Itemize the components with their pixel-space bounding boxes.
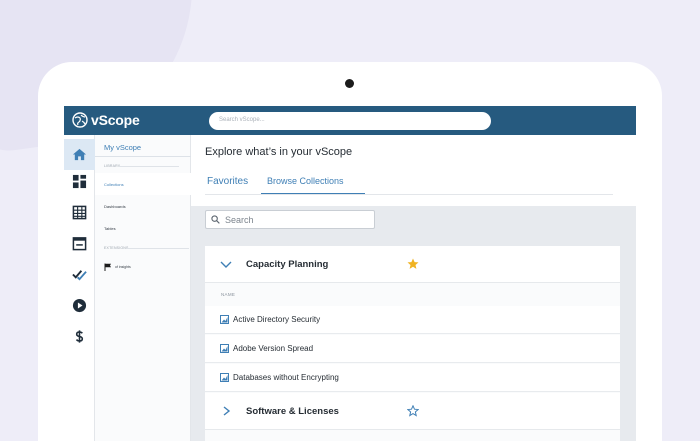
list-item[interactable]: Adobe Version Spread [205,335,620,363]
extensions-section-label: EXTENSIONS [104,246,129,250]
collection-group-title: Software & Licenses [246,406,339,417]
calendar-icon [72,237,87,251]
secondary-sidebar: My vScope LIBRARY Collections Dashboards… [95,135,191,441]
list-item-label: Active Directory Security [233,315,321,324]
collections-list: Capacity Planning NAME Active Directory … [205,246,620,441]
subnav-item-tables[interactable]: Tables [95,217,191,239]
subnav-item-collections[interactable]: Collections [95,173,191,195]
icon-sidebar [64,135,95,441]
star-outline-icon[interactable] [407,405,419,417]
collection-group-row[interactable]: Capacity Planning [205,246,620,283]
star-filled-icon[interactable] [407,258,419,270]
library-section-label: LIBRARY [104,164,121,168]
flag-icon[interactable] [104,263,112,271]
globe-icon [72,112,88,128]
top-bar: vScope Search vScope... [64,106,636,135]
sidebar-tables-button[interactable] [64,197,95,228]
column-header-name: NAME [221,292,236,297]
chart-icon [220,315,229,324]
play-icon [72,298,87,313]
tabs-divider [205,194,613,195]
global-search-placeholder: Search vScope... [219,117,265,123]
tab-favorites[interactable]: Favorites [207,176,248,194]
chevron-right-icon[interactable] [220,406,232,416]
collections-area: Capacity Planning NAME Active Directory … [191,206,636,441]
sidebar-costs-button[interactable] [64,321,95,352]
page-title: Explore what’s in your vScope [205,146,353,158]
camera-dot [345,79,354,88]
collection-group-row[interactable]: Software & Licenses [205,393,620,430]
sidebar-dashboards-button[interactable] [64,166,95,197]
extensions-rule [127,248,189,249]
collections-search-field[interactable] [205,210,375,229]
tab-browse-collections[interactable]: Browse Collections [261,176,365,194]
chart-icon [220,344,229,353]
chart-icon [220,373,229,382]
collections-search-input[interactable] [225,214,365,225]
sidebar-calendar-button[interactable] [64,228,95,259]
main-content: Explore what’s in your vScope Favorites … [191,135,636,441]
list-item-label: Databases without Encrypting [233,373,339,382]
subnav-divider [95,156,191,157]
sidebar-play-button[interactable] [64,290,95,321]
subnav-title[interactable]: My vScope [104,143,141,152]
list-item-label: Adobe Version Spread [233,344,314,353]
insights-extension-label[interactable]: of insights [115,265,131,269]
search-icon [211,215,220,224]
subnav-item-dashboards[interactable]: Dashboards [95,195,191,217]
checklist-icon [72,270,87,281]
home-icon [72,148,87,161]
global-search-input[interactable]: Search vScope... [209,112,491,130]
app-name: vScope [91,112,140,128]
list-item[interactable]: Databases without Encrypting [205,364,620,392]
table-icon [72,205,87,220]
list-item[interactable]: Active Directory Security [205,306,620,334]
library-rule [119,166,179,167]
app-logo[interactable]: vScope [72,112,140,128]
sidebar-checklist-button[interactable] [64,259,95,290]
chevron-down-icon[interactable] [220,259,232,269]
dollar-icon [75,330,84,343]
app-screen: vScope Search vScope... My vScope LIBRAR… [64,106,636,441]
collection-group-title: Capacity Planning [246,259,329,270]
dashboard-icon [72,174,87,189]
